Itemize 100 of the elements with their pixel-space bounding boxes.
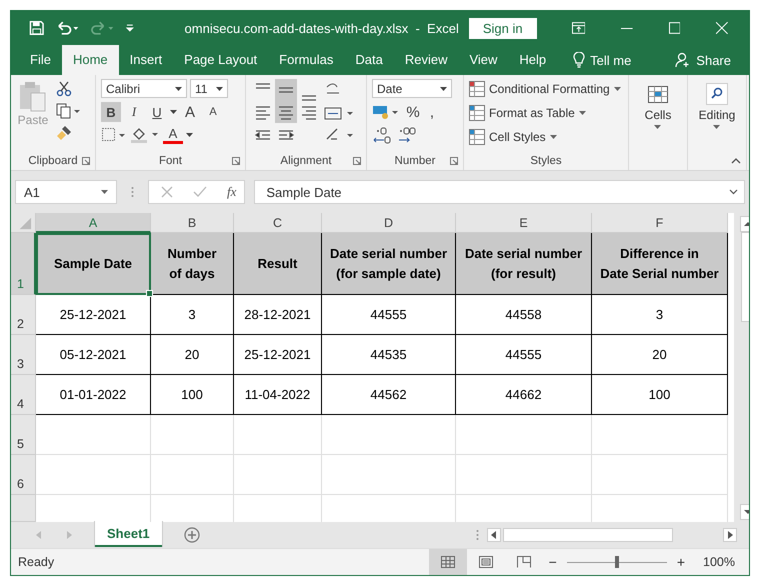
dropdown-arrow-icon[interactable] <box>170 110 177 114</box>
dropdown-arrow-icon <box>175 86 182 90</box>
table-style-icon <box>469 129 485 145</box>
borders-icon[interactable] <box>101 127 127 143</box>
underline-button[interactable]: U <box>147 102 167 122</box>
dropdown-arrow-icon <box>550 135 557 139</box>
group-label: Clipboard <box>28 155 78 167</box>
ribbon-tab[interactable]: Page Layout <box>173 45 268 75</box>
copy-icon[interactable] <box>56 103 82 119</box>
dialog-launcher-icon[interactable] <box>232 157 240 165</box>
comma-style-button[interactable]: , <box>424 102 440 122</box>
ribbon-tab[interactable]: Data <box>344 45 394 75</box>
name-box[interactable]: A1 <box>15 180 117 204</box>
cells-button[interactable]: Cells <box>644 79 672 170</box>
grip-icon <box>476 529 479 541</box>
zoom-out-button[interactable]: − <box>548 554 557 570</box>
scroll-left-icon[interactable] <box>487 528 501 542</box>
styles-menu-button[interactable]: Cell Styles <box>469 127 623 147</box>
table-cell: 3 <box>592 295 728 335</box>
horizontal-scrollbar[interactable] <box>487 528 737 542</box>
lightbulb-icon <box>573 52 586 68</box>
column-header[interactable]: D <box>322 213 456 233</box>
font-color-button[interactable]: A <box>163 126 183 144</box>
group-label: Styles <box>530 155 562 167</box>
styles-menu-button[interactable]: Format as Table <box>469 103 623 123</box>
column-header[interactable]: B <box>151 213 234 233</box>
table-cell: 100 <box>151 375 234 415</box>
scrollbar-thumb[interactable] <box>503 528 673 542</box>
dropdown-arrow-icon <box>614 87 621 91</box>
styles-menu-button[interactable]: Conditional Formatting <box>469 79 623 99</box>
table-style-icon <box>469 81 485 97</box>
ribbon-tab[interactable]: Home <box>62 45 119 75</box>
fill-color-icon[interactable] <box>130 126 160 144</box>
table-cell: 3 <box>151 295 234 335</box>
table-cell: 05-12-2021 <box>36 335 151 375</box>
tell-me-button[interactable]: Tell me <box>573 45 632 75</box>
dialog-launcher-icon[interactable] <box>353 157 361 165</box>
column-header[interactable]: F <box>592 213 728 233</box>
row-header[interactable]: 3 <box>11 335 36 375</box>
sign-in-button[interactable]: Sign in <box>468 18 537 38</box>
bold-button[interactable]: B <box>101 102 121 122</box>
normal-view-button[interactable] <box>428 549 467 575</box>
row-header[interactable]: 1 <box>11 233 36 295</box>
editing-button[interactable]: Editing <box>698 79 736 170</box>
collapse-ribbon-icon[interactable] <box>731 158 741 164</box>
table-cell: Date serial number (for result) <box>456 233 592 295</box>
zoom-slider-thumb[interactable] <box>614 556 619 568</box>
scroll-right-icon[interactable] <box>723 528 737 542</box>
page-break-icon <box>516 556 531 568</box>
add-sheet-icon[interactable] <box>184 527 200 543</box>
dropdown-arrow-icon <box>440 86 447 90</box>
close-icon[interactable] <box>716 22 728 34</box>
table-style-icon <box>469 105 485 121</box>
dropdown-arrow-icon <box>654 125 662 129</box>
ribbon-display-options-icon[interactable] <box>572 22 586 34</box>
save-icon[interactable] <box>29 20 44 36</box>
group-label: Number <box>394 155 436 167</box>
zoom-percentage[interactable]: 100% <box>703 555 735 569</box>
percent-style-button[interactable]: % <box>405 102 421 122</box>
dropdown-arrow-icon <box>578 111 586 115</box>
table-cell: 25-12-2021 <box>36 295 151 335</box>
column-header[interactable]: A <box>36 213 151 233</box>
number-format-dropdown[interactable]: Date <box>372 79 452 98</box>
dialog-launcher-icon[interactable] <box>450 157 458 165</box>
share-button[interactable]: Share <box>675 45 731 75</box>
font-size-dropdown[interactable]: 11 <box>190 79 228 98</box>
italic-button[interactable]: I <box>124 102 144 122</box>
row-header[interactable]: 4 <box>11 375 36 415</box>
row-header[interactable]: 2 <box>11 295 36 335</box>
group-label: Alignment <box>280 155 332 167</box>
font-name-dropdown[interactable]: Calibri <box>101 79 187 98</box>
maximize-icon[interactable] <box>668 22 680 34</box>
ribbon-tab[interactable]: File <box>19 45 62 75</box>
table-cell: Sample Date <box>36 233 151 295</box>
grip-icon <box>131 186 134 198</box>
ribbon-tab[interactable]: Formulas <box>268 45 344 75</box>
sheet-tab[interactable]: Sheet1 <box>95 521 162 547</box>
row-header[interactable]: 5 <box>11 415 36 455</box>
zoom-in-button[interactable]: + <box>676 554 686 570</box>
dialog-launcher-icon[interactable] <box>82 157 90 165</box>
ribbon-tab[interactable]: Help <box>508 45 558 75</box>
ribbon-tab[interactable]: Insert <box>118 45 174 75</box>
fill-handle[interactable] <box>146 290 153 297</box>
row-header[interactable]: 6 <box>11 455 36 495</box>
scissors-icon[interactable] <box>56 81 72 97</box>
table-cell: 25-12-2021 <box>234 335 322 375</box>
checkmark-icon[interactable] <box>193 186 207 198</box>
decrease-font-size-button[interactable]: A <box>203 102 223 122</box>
increase-font-size-button[interactable]: A <box>180 102 200 122</box>
format-painter-icon[interactable] <box>56 125 72 141</box>
person-icon <box>675 52 692 68</box>
column-header[interactable]: C <box>234 213 322 233</box>
table-cell: 44555 <box>456 335 592 375</box>
table-cell: Result <box>234 233 322 295</box>
ribbon-tab[interactable]: Review <box>394 45 458 75</box>
column-header[interactable]: E <box>456 213 592 233</box>
insert-function-button[interactable]: fx <box>227 184 236 200</box>
formula-input[interactable]: Sample Date <box>254 180 745 204</box>
ribbon-tab[interactable]: View <box>458 45 508 75</box>
dropdown-arrow-icon[interactable] <box>186 133 193 137</box>
